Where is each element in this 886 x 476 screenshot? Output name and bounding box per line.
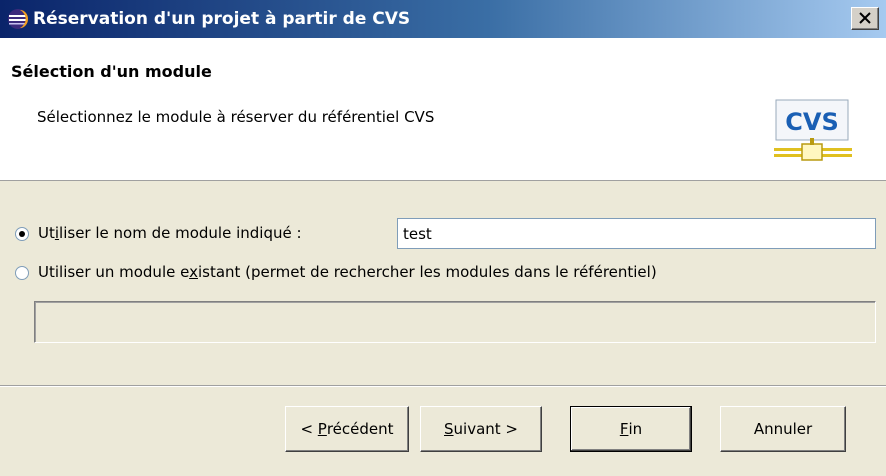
close-button[interactable] bbox=[851, 7, 879, 30]
existing-module-field bbox=[34, 301, 876, 343]
use-existing-module-radio[interactable] bbox=[15, 266, 29, 280]
dialog-window: Réservation d'un projet à partir de CVS … bbox=[0, 0, 886, 476]
next-button[interactable]: Suivant > bbox=[420, 406, 542, 452]
window-title: Réservation d'un projet à partir de CVS bbox=[33, 9, 411, 29]
eclipse-app-icon bbox=[6, 7, 30, 31]
cvs-logo-text: CVS bbox=[785, 108, 838, 136]
use-named-module-radio[interactable] bbox=[15, 227, 29, 241]
module-name-input[interactable] bbox=[397, 218, 876, 249]
wizard-header: Sélection d'un module Sélectionnez le mo… bbox=[0, 38, 886, 181]
back-button[interactable]: < Précédent bbox=[285, 406, 409, 452]
page-title: Sélection d'un module bbox=[11, 62, 212, 81]
button-bar-separator bbox=[0, 385, 886, 387]
finish-button[interactable]: Fin bbox=[570, 406, 692, 452]
close-icon bbox=[859, 12, 871, 24]
use-named-module-label[interactable]: Utiliser le nom de module indiqué : bbox=[38, 224, 302, 242]
title-bar[interactable]: Réservation d'un projet à partir de CVS bbox=[0, 0, 886, 38]
cancel-button[interactable]: Annuler bbox=[720, 406, 846, 452]
use-existing-module-label[interactable]: Utiliser un module existant (permet de r… bbox=[38, 263, 657, 281]
cvs-logo-icon: CVS bbox=[774, 99, 852, 161]
radio-selected-dot bbox=[19, 231, 25, 237]
page-description: Sélectionnez le module à réserver du réf… bbox=[37, 108, 435, 126]
